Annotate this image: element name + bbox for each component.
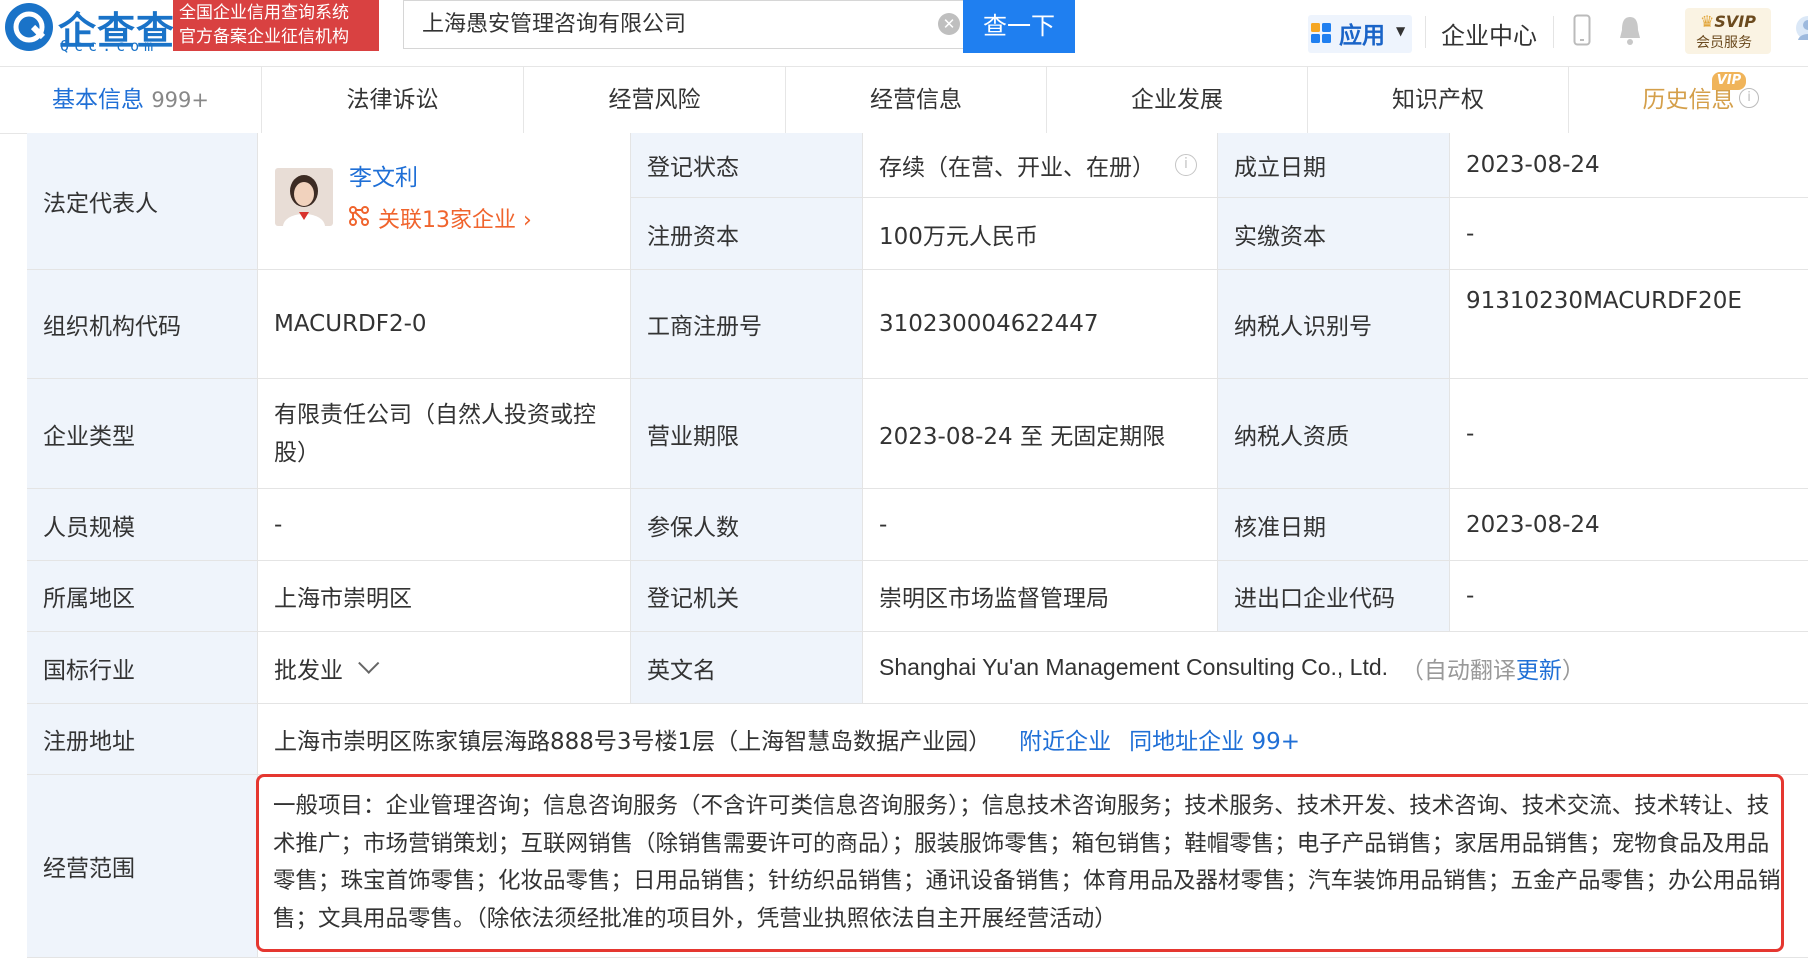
top-header: 企查查 Qcc.com 全国企业信用查询系统 官方备案企业征信机构 上海愚安管理… — [0, 0, 1808, 62]
org-code-label: 组织机构代码 — [27, 270, 258, 379]
english-name-label: 英文名 — [631, 632, 863, 704]
taxpayer-qual-label: 纳税人资质 — [1218, 379, 1450, 489]
tab-enterprise-development[interactable]: 企业发展 — [1047, 67, 1308, 133]
association-graph-icon — [349, 206, 369, 226]
highlight-box — [256, 774, 1784, 952]
industry-dropdown[interactable]: 批发业 — [258, 632, 631, 704]
info-icon[interactable]: i — [1175, 154, 1197, 176]
paid-capital-label: 实缴资本 — [1218, 198, 1450, 270]
import-export-label: 进出口企业代码 — [1218, 561, 1450, 632]
staff-size-label: 人员规模 — [27, 489, 258, 561]
same-address-companies-link[interactable]: 同地址企业 99+ — [1129, 722, 1300, 756]
badge-line-2: 官方备案企业征信机构 — [179, 27, 349, 47]
legal-rep-label: 法定代表人 — [27, 133, 258, 270]
legal-rep-name-link[interactable]: 李文利 — [349, 158, 418, 192]
taxpayer-id-label: 纳税人识别号 — [1218, 270, 1450, 379]
notification-bell-icon[interactable] — [1617, 14, 1643, 46]
legal-rep-avatar[interactable] — [275, 168, 333, 226]
update-translation-link[interactable]: 更新 — [1516, 651, 1562, 685]
taxpayer-qual-value: - — [1450, 379, 1808, 489]
org-code-value: MACURDF2-0 — [258, 270, 631, 379]
svip-subtext: 会员服务 — [1696, 35, 1752, 51]
search-button[interactable]: 查一下 — [963, 0, 1075, 53]
approval-date-label: 核准日期 — [1218, 489, 1450, 561]
mobile-phone-icon[interactable] — [1573, 14, 1591, 46]
svip-label: ♛SVIP — [1700, 12, 1756, 31]
founded-date-value: 2023-08-24 — [1450, 133, 1808, 198]
reg-authority-value: 崇明区市场监督管理局 — [863, 561, 1218, 632]
qcc-logo-icon[interactable] — [4, 2, 54, 52]
address-value: 上海市崇明区陈家镇层海路888号3号楼1层（上海智慧岛数据产业园） 附近企业 同… — [258, 704, 1808, 775]
divider — [1425, 16, 1426, 48]
reg-status-label: 登记状态 — [631, 133, 863, 198]
enterprise-center-link[interactable]: 企业中心 — [1441, 16, 1537, 51]
staff-size-value: - — [258, 489, 631, 561]
insured-label: 参保人数 — [631, 489, 863, 561]
tab-count: 999+ — [151, 88, 209, 112]
approval-date-value: 2023-08-24 — [1450, 489, 1808, 561]
tab-business-risk[interactable]: 经营风险 — [524, 67, 786, 133]
tab-legal-litigation[interactable]: 法律诉讼 — [262, 67, 524, 133]
industry-label: 国标行业 — [27, 632, 258, 704]
user-avatar-icon[interactable] — [1786, 10, 1808, 54]
related-companies-link[interactable]: 关联13家企业 › — [378, 202, 532, 234]
insured-value: - — [863, 489, 1218, 561]
tab-basic-info[interactable]: 基本信息 999+ — [0, 67, 262, 133]
divider — [1553, 16, 1554, 48]
biz-term-value: 2023-08-24 至 无固定期限 — [863, 379, 1218, 489]
tab-business-info[interactable]: 经营信息 — [786, 67, 1047, 133]
english-name-value: Shanghai Yu'an Management Consulting Co.… — [863, 632, 1808, 704]
reg-status-value: 存续（在营、开业、在册） i — [863, 133, 1218, 198]
reg-capital-label: 注册资本 — [631, 198, 863, 270]
paid-capital-value: - — [1450, 198, 1808, 270]
address-label: 注册地址 — [27, 704, 258, 775]
biz-reg-no-value: 310230004622447 — [863, 270, 1218, 379]
import-export-value: - — [1450, 561, 1808, 632]
info-icon[interactable]: i — [1739, 88, 1759, 108]
biz-term-label: 营业期限 — [631, 379, 863, 489]
badge-line-1: 全国企业信用查询系统 — [179, 3, 349, 23]
apps-grid-icon — [1311, 23, 1331, 43]
region-label: 所属地区 — [27, 561, 258, 632]
reg-capital-value: 100万元人民币 — [863, 198, 1218, 270]
logo-subtext: Qcc.com — [60, 37, 159, 55]
company-type-value: 有限责任公司（自然人投资或控股） — [258, 379, 631, 489]
chevron-down-icon: ▼ — [1396, 24, 1406, 38]
tab-history-info[interactable]: 历史信息 — [1569, 67, 1808, 133]
tab-intellectual-property[interactable]: 知识产权 — [1308, 67, 1569, 133]
business-scope-label: 经营范围 — [27, 775, 258, 958]
official-badge: 全国企业信用查询系统 官方备案企业征信机构 — [173, 0, 379, 51]
company-type-label: 企业类型 — [27, 379, 258, 489]
vip-badge: VIP — [1712, 72, 1746, 90]
region-value: 上海市崇明区 — [258, 561, 631, 632]
reg-authority-label: 登记机关 — [631, 561, 863, 632]
nearby-companies-link[interactable]: 附近企业 — [1019, 722, 1111, 756]
chevron-down-icon — [358, 652, 380, 674]
tab-label: 基本信息 — [52, 87, 144, 113]
apps-label: 应用 — [1339, 23, 1385, 49]
section-tabs: 基本信息 999+ 法律诉讼 经营风险 经营信息 企业发展 知识产权 历史信息 — [0, 66, 1808, 134]
biz-reg-no-label: 工商注册号 — [631, 270, 863, 379]
founded-date-label: 成立日期 — [1218, 133, 1450, 198]
taxpayer-id-value: 91310230MACURDF20E — [1450, 270, 1808, 379]
search-input[interactable]: 上海愚安管理咨询有限公司 — [403, 0, 963, 49]
clear-search-icon[interactable]: ✕ — [938, 13, 960, 35]
